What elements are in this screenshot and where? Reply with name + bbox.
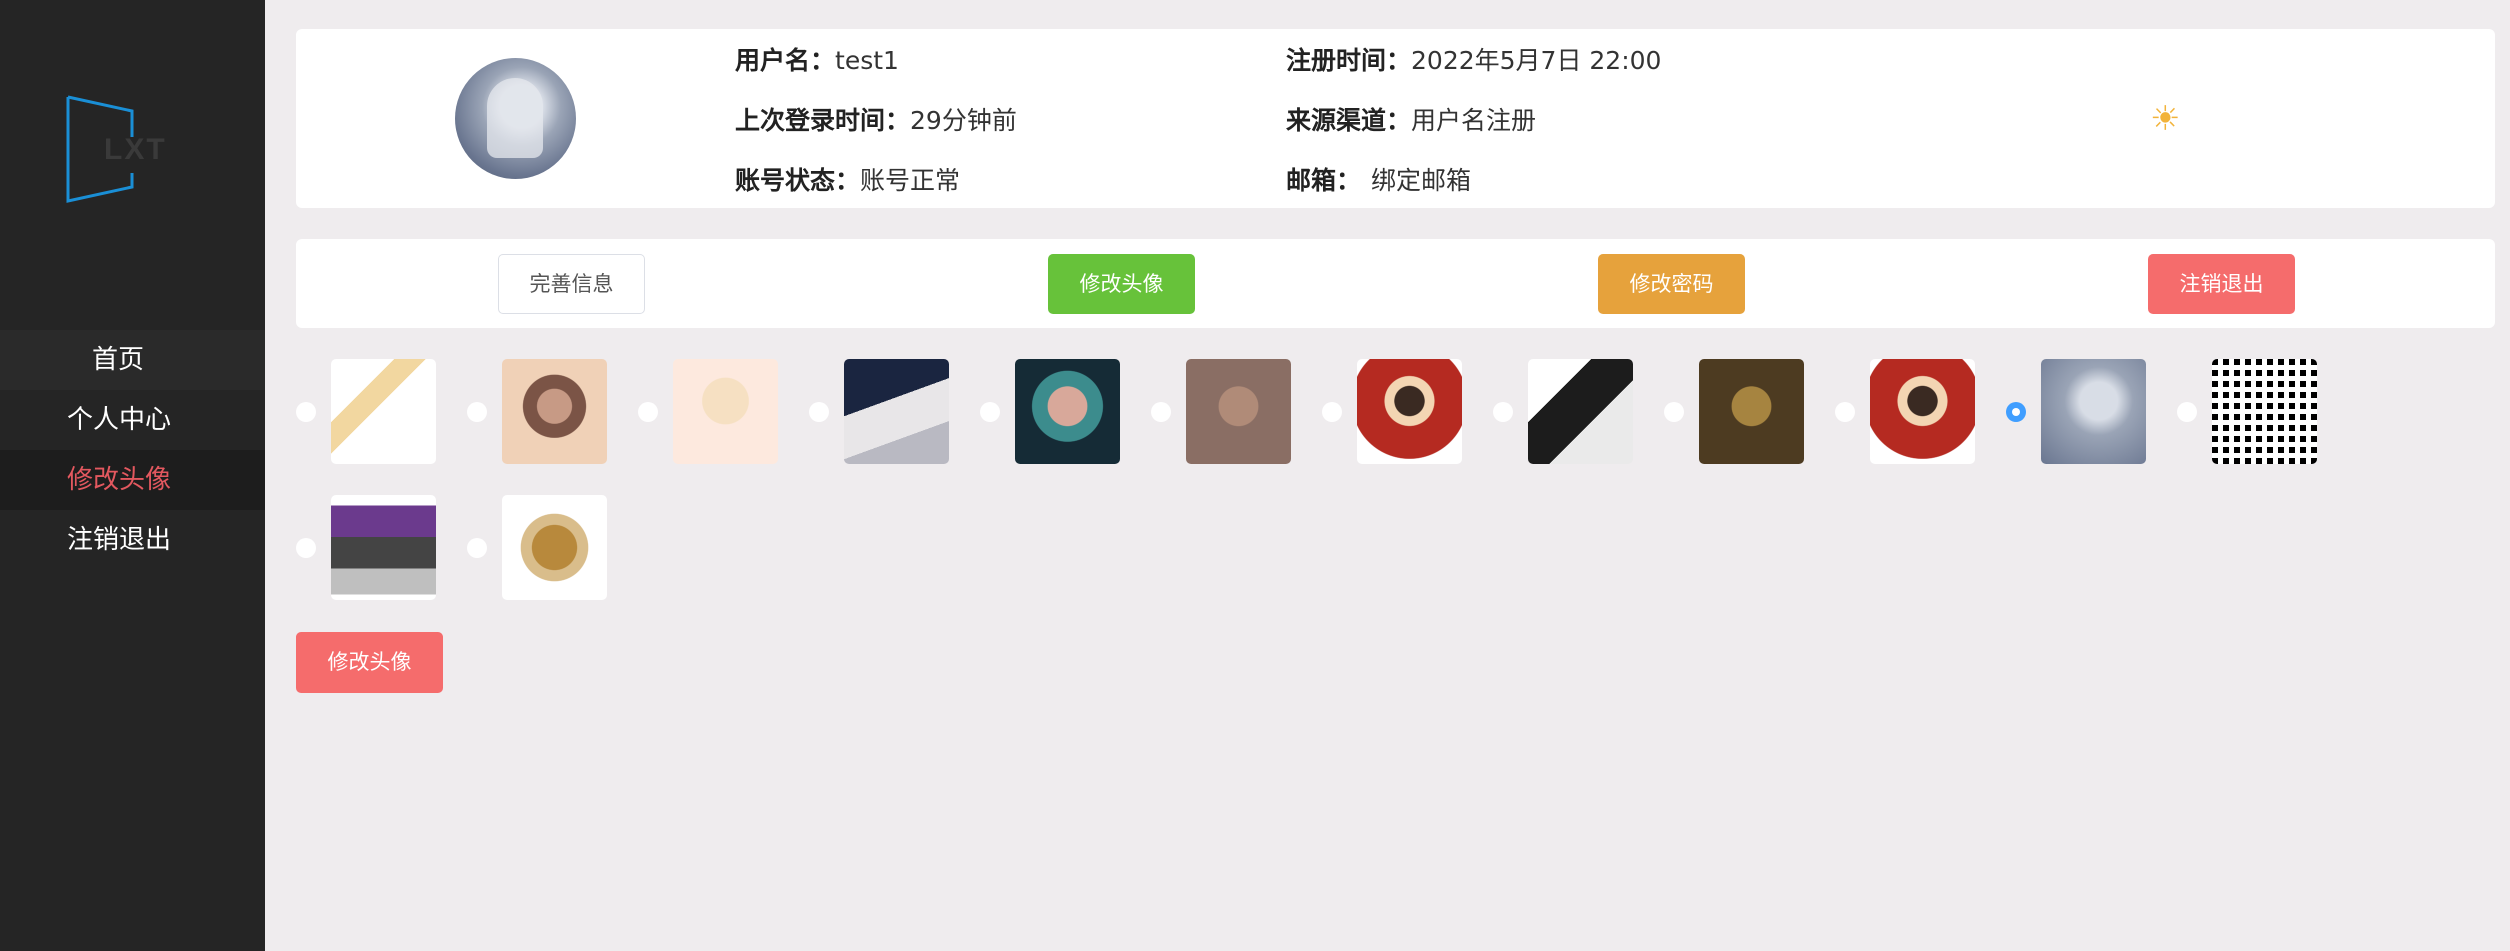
submit-avatar-button[interactable]: 修改头像: [296, 632, 443, 693]
avatar-radio[interactable]: [1322, 402, 1342, 422]
avatar-radio[interactable]: [467, 402, 487, 422]
avatar-option[interactable]: [331, 495, 436, 600]
sun-icon[interactable]: ☀: [2150, 99, 2180, 139]
username-row: 用户名：test1: [735, 44, 899, 78]
avatar-option[interactable]: [502, 495, 607, 600]
avatar-option[interactable]: [844, 359, 949, 464]
avatar-radio[interactable]: [296, 402, 316, 422]
avatar-radio[interactable]: [467, 538, 487, 558]
email-value: 绑定邮箱: [1371, 166, 1472, 195]
action-bar: 完善信息 修改头像 修改密码 注销退出: [296, 239, 2495, 328]
username-value: test1: [835, 46, 899, 75]
email-label: 邮箱：: [1286, 166, 1362, 195]
avatar-option[interactable]: [502, 359, 607, 464]
change-password-button[interactable]: 修改密码: [1598, 254, 1745, 314]
avatar-radio[interactable]: [2177, 402, 2197, 422]
logout-button[interactable]: 注销退出: [2148, 254, 2295, 314]
avatar-option[interactable]: [673, 359, 778, 464]
avatar-option[interactable]: [1186, 359, 1291, 464]
sidebar-item-profile[interactable]: 个人中心: [0, 390, 265, 450]
avatar-radio[interactable]: [296, 538, 316, 558]
avatar-option[interactable]: [1357, 359, 1462, 464]
change-avatar-button[interactable]: 修改头像: [1048, 254, 1195, 314]
avatar-radio[interactable]: [1835, 402, 1855, 422]
avatar-radio[interactable]: [809, 402, 829, 422]
avatar-option[interactable]: [331, 359, 436, 464]
avatar-option[interactable]: [1870, 359, 1975, 464]
sidebar-item-logout[interactable]: 注销退出: [0, 510, 265, 570]
lxt-logo: LXT: [64, 93, 174, 205]
profile-card: 用户名：test1 上次登录时间：29分钟前 账号状态：账号正常 注册时间：20…: [296, 29, 2495, 208]
last-login-label: 上次登录时间：: [735, 106, 911, 135]
register-row: 注册时间：2022年5月7日 22:00: [1286, 44, 1661, 78]
source-label: 来源渠道：: [1286, 106, 1412, 135]
avatar-radio-selected[interactable]: [2006, 402, 2026, 422]
sidebar: LXT 首页 个人中心 修改头像 注销退出: [0, 0, 265, 951]
username-label: 用户名：: [735, 46, 836, 75]
complete-info-button[interactable]: 完善信息: [498, 254, 645, 314]
qr-code-option[interactable]: [2212, 359, 2317, 464]
avatar-radio[interactable]: [1493, 402, 1513, 422]
source-value: 用户名注册: [1411, 106, 1537, 135]
register-label: 注册时间：: [1286, 46, 1412, 75]
avatar-option[interactable]: [1015, 359, 1120, 464]
sidebar-item-home[interactable]: 首页: [0, 330, 265, 390]
user-avatar: [455, 58, 576, 179]
avatar-radio[interactable]: [1664, 402, 1684, 422]
last-login-row: 上次登录时间：29分钟前: [735, 104, 1017, 138]
status-value: 账号正常: [860, 166, 961, 195]
sidebar-nav: 首页 个人中心 修改头像 注销退出: [0, 330, 265, 570]
source-row: 来源渠道：用户名注册: [1286, 104, 1536, 138]
status-label: 账号状态：: [735, 166, 861, 195]
avatar-radio[interactable]: [638, 402, 658, 422]
status-row: 账号状态：账号正常: [735, 164, 960, 198]
avatar-radio[interactable]: [980, 402, 1000, 422]
register-value: 2022年5月7日 22:00: [1411, 46, 1662, 75]
logo-text: LXT: [104, 133, 167, 166]
sidebar-item-change-avatar[interactable]: 修改头像: [0, 450, 265, 510]
avatar-radio[interactable]: [1151, 402, 1171, 422]
avatar-option[interactable]: [2041, 359, 2146, 464]
avatar-option[interactable]: [1699, 359, 1804, 464]
avatar-option[interactable]: [1528, 359, 1633, 464]
email-row: 邮箱： 绑定邮箱: [1286, 164, 1471, 198]
last-login-value: 29分钟前: [910, 106, 1017, 135]
